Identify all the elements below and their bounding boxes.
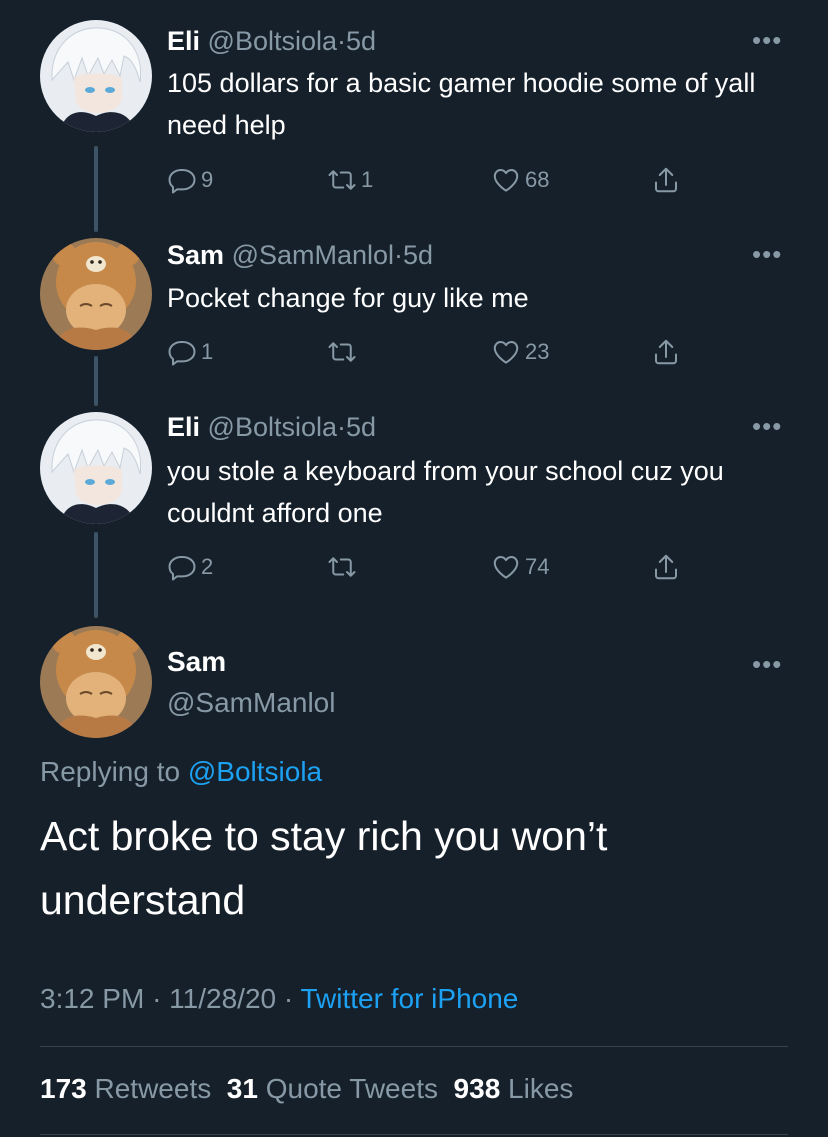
- separator-dot: ·: [394, 240, 404, 270]
- more-icon[interactable]: •••: [752, 651, 782, 677]
- replying-to-line: Replying to @Boltsiola: [40, 756, 322, 788]
- like-button[interactable]: 68: [491, 163, 549, 197]
- tweet-meta: 3:12 PM · 11/28/20 · Twitter for iPhone: [40, 983, 518, 1015]
- reply-button[interactable]: 2: [167, 550, 213, 584]
- reply-button[interactable]: 9: [167, 163, 213, 197]
- quotes-label: Quote Tweets: [265, 1073, 438, 1104]
- like-count: 68: [525, 167, 550, 192]
- reply-count: 2: [201, 554, 214, 579]
- like-count: 23: [525, 339, 550, 364]
- retweet-icon: [327, 552, 357, 582]
- divider: [40, 1134, 788, 1135]
- quotes-count: 31: [226, 1073, 258, 1104]
- separator-dot: ·: [152, 983, 162, 1014]
- reply-icon: [167, 552, 197, 582]
- tweet-text: 105 dollars for a basic gamer hoodie som…: [167, 68, 756, 140]
- more-icon[interactable]: •••: [752, 241, 782, 267]
- share-icon: [651, 552, 681, 582]
- share-icon: [651, 337, 681, 367]
- retweet-button[interactable]: [327, 550, 361, 584]
- likes-label: Likes: [508, 1073, 574, 1104]
- retweet-icon: [327, 165, 357, 195]
- retweets-count: 173: [40, 1073, 87, 1104]
- avatar[interactable]: [40, 412, 152, 524]
- like-button[interactable]: 74: [491, 550, 549, 584]
- reply-count: 9: [201, 167, 214, 192]
- divider: [40, 1046, 788, 1047]
- tweet-date[interactable]: 11/28/20: [169, 983, 276, 1014]
- tweet-text: Pocket change for guy like me: [167, 283, 529, 313]
- separator-dot: ·: [337, 26, 346, 56]
- thread-connector-line: [94, 146, 98, 232]
- tweet-time[interactable]: 3:12 PM: [40, 983, 144, 1014]
- reply-button[interactable]: 1: [167, 335, 213, 369]
- retweet-icon: [327, 337, 357, 367]
- tweet-actions: 9 1 68: [167, 163, 727, 197]
- retweet-count: 1: [361, 167, 374, 192]
- separator-dot: ·: [283, 983, 294, 1014]
- retweet-button[interactable]: 1: [327, 163, 373, 197]
- retweets-label: Retweets: [94, 1073, 212, 1104]
- like-icon: [491, 165, 521, 195]
- reply-count: 1: [201, 339, 214, 364]
- like-icon: [491, 337, 521, 367]
- retweet-button[interactable]: [327, 335, 361, 369]
- thread-connector-line: [94, 356, 98, 406]
- share-button[interactable]: [651, 163, 685, 197]
- replying-to-label: Replying to: [40, 756, 181, 787]
- quotes-stat[interactable]: 31 Quote Tweets: [227, 1073, 438, 1104]
- author-handle[interactable]: @Boltsiola: [208, 26, 337, 56]
- avatar[interactable]: [40, 20, 152, 132]
- tweet-time[interactable]: 5d: [346, 26, 376, 56]
- share-icon: [651, 165, 681, 195]
- author-name[interactable]: Eli: [167, 412, 200, 442]
- author-handle[interactable]: @SamManlol: [232, 240, 394, 270]
- tweet-header: Sam @SamManlol·5d: [167, 238, 433, 272]
- thread-connector-line: [94, 532, 98, 618]
- like-button[interactable]: 23: [491, 335, 549, 369]
- more-icon[interactable]: •••: [752, 413, 782, 439]
- tweet-header: Eli @Boltsiola·5d: [167, 410, 376, 444]
- engagement-stats: 173 Retweets 31 Quote Tweets 938 Likes: [40, 1073, 573, 1105]
- tweet-actions: 2 74: [167, 550, 727, 584]
- tweet-text: Act broke to stay rich you won’t underst…: [40, 813, 608, 923]
- avatar[interactable]: [40, 238, 152, 350]
- likes-count: 938: [453, 1073, 501, 1104]
- author-name[interactable]: Sam: [167, 240, 224, 270]
- tweet-time[interactable]: 5d: [346, 412, 376, 442]
- avatar[interactable]: [40, 626, 152, 738]
- author-handle[interactable]: @Boltsiola: [208, 412, 337, 442]
- reply-icon: [167, 337, 197, 367]
- share-button[interactable]: [651, 335, 685, 369]
- separator-dot: ·: [337, 412, 346, 442]
- author-name[interactable]: Sam: [167, 646, 226, 678]
- likes-stat[interactable]: 938 Likes: [454, 1073, 574, 1104]
- tweet-source-link[interactable]: Twitter for iPhone: [300, 983, 518, 1014]
- tweet-text: you stole a keyboard from your school cu…: [167, 456, 724, 528]
- reply-icon: [167, 165, 197, 195]
- author-name[interactable]: Eli: [167, 26, 200, 56]
- share-button[interactable]: [651, 550, 685, 584]
- tweet-actions: 1 23: [167, 335, 727, 369]
- retweets-stat[interactable]: 173 Retweets: [40, 1073, 211, 1104]
- tweet-time[interactable]: 5d: [403, 240, 433, 270]
- more-icon[interactable]: •••: [752, 27, 782, 53]
- author-handle[interactable]: @SamManlol: [167, 687, 335, 719]
- like-count: 74: [525, 554, 550, 579]
- like-icon: [491, 552, 521, 582]
- replying-to-link[interactable]: @Boltsiola: [188, 756, 322, 787]
- tweet-header: Eli @Boltsiola·5d: [167, 24, 376, 58]
